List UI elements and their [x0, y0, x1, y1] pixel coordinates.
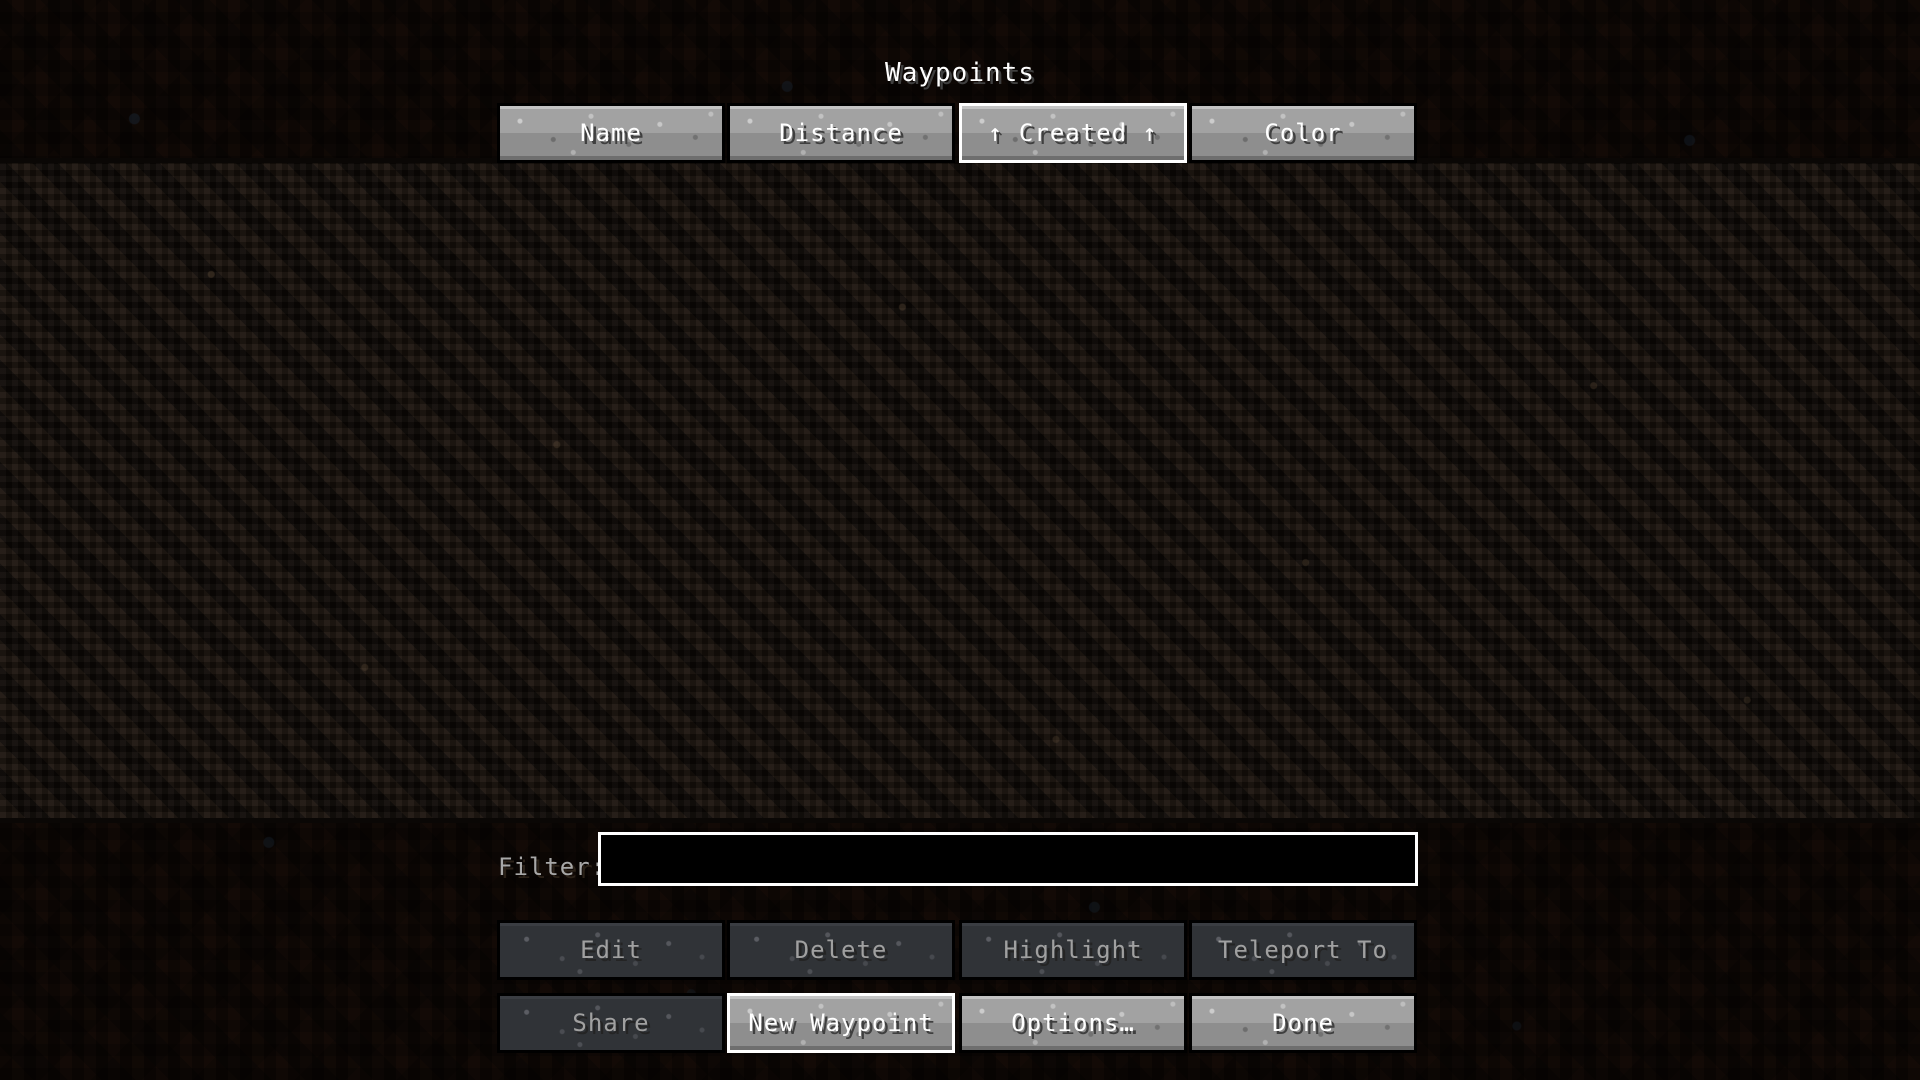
page-title: Waypoints — [885, 58, 1035, 88]
new-waypoint-button[interactable]: New Waypoint — [730, 996, 952, 1050]
sort-by-name-button-label: Name — [580, 119, 642, 147]
filter-input[interactable] — [598, 832, 1418, 886]
share-button: Share — [500, 996, 722, 1050]
sort-by-distance-button-label: Distance — [779, 119, 903, 147]
highlight-button-label: Highlight — [1003, 936, 1143, 964]
sort-by-distance-button[interactable]: Distance — [730, 106, 952, 160]
done-button[interactable]: Done — [1192, 996, 1414, 1050]
share-button-label: Share — [572, 1009, 650, 1037]
edit-button: Edit — [500, 923, 722, 977]
list-top-edge — [0, 158, 1920, 163]
delete-button-label: Delete — [794, 936, 888, 964]
new-waypoint-button-label: New Waypoint — [748, 1009, 934, 1037]
done-button-label: Done — [1272, 1009, 1334, 1037]
edit-button-label: Edit — [580, 936, 642, 964]
sort-by-created-button-label: ↑ Created ↑ — [988, 119, 1158, 147]
highlight-button: Highlight — [962, 923, 1184, 977]
sort-by-color-button[interactable]: Color — [1192, 106, 1414, 160]
sort-by-color-button-label: Color — [1264, 119, 1342, 147]
list-bottom-edge — [0, 818, 1920, 823]
options-button-label: Options… — [1011, 1009, 1135, 1037]
teleport-to-button: Teleport To — [1192, 923, 1414, 977]
filter-label: Filter: — [498, 853, 607, 881]
waypoint-list-pane[interactable] — [0, 163, 1920, 818]
sort-by-name-button[interactable]: Name — [500, 106, 722, 160]
delete-button: Delete — [730, 923, 952, 977]
teleport-to-button-label: Teleport To — [1218, 936, 1388, 964]
sort-by-created-button[interactable]: ↑ Created ↑ — [962, 106, 1184, 160]
options-button[interactable]: Options… — [962, 996, 1184, 1050]
